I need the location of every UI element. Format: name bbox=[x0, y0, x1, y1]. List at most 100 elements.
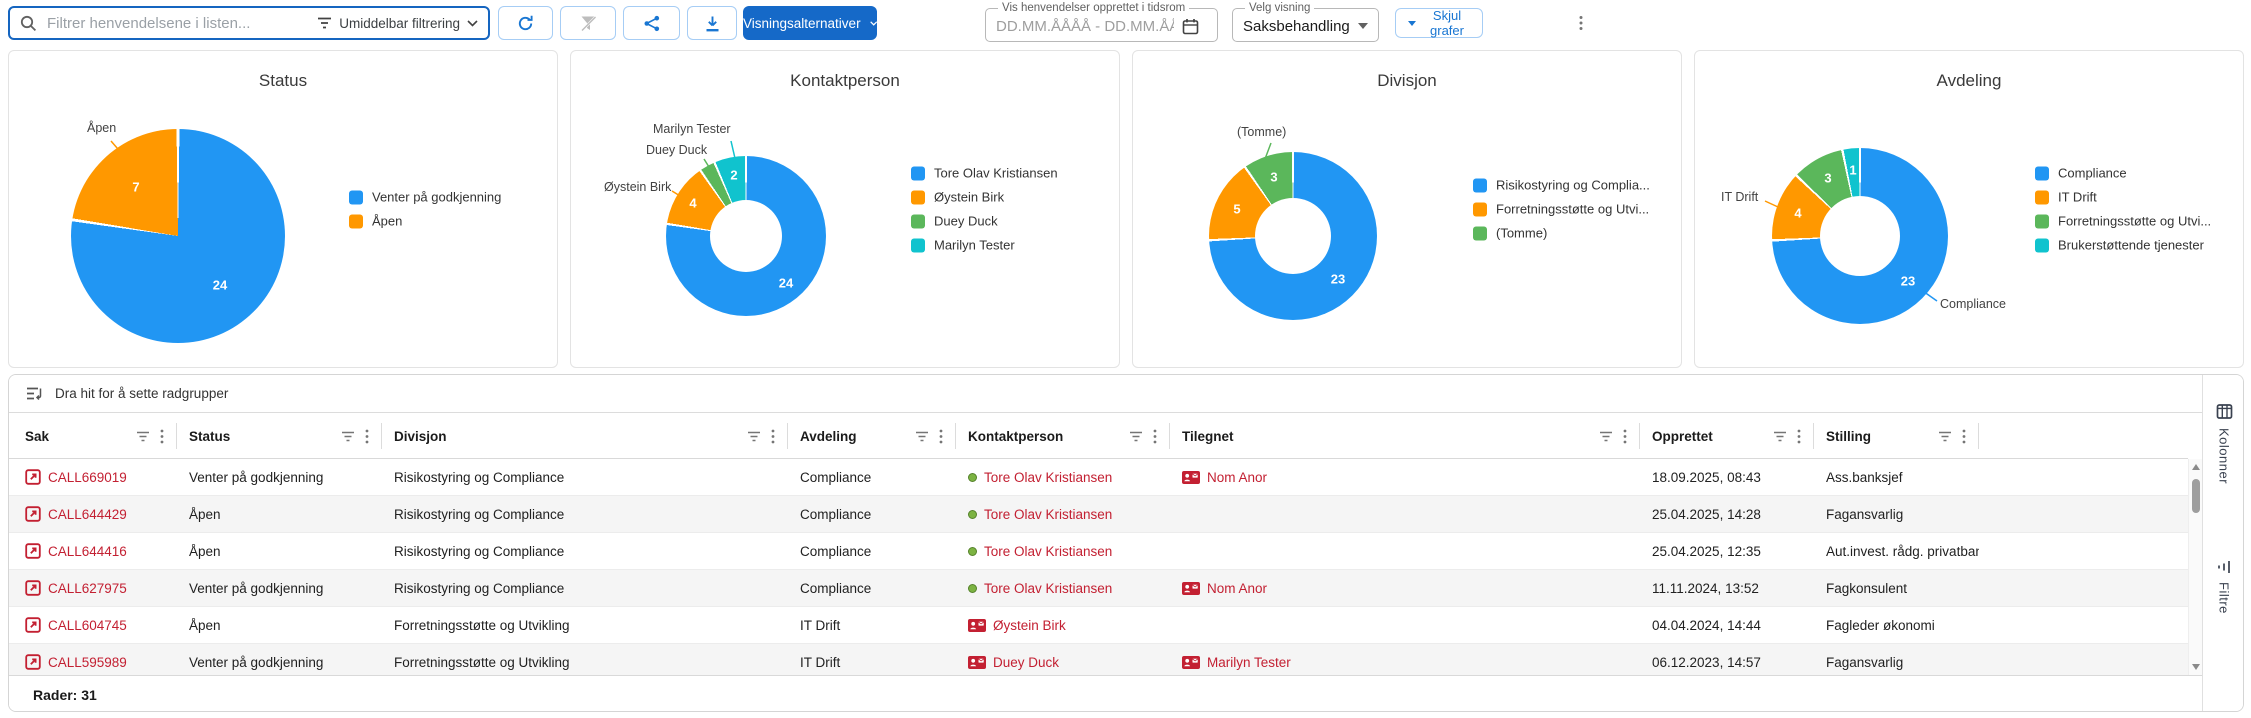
column-header-tilegnet[interactable]: Tilegnet bbox=[1170, 423, 1640, 449]
case-link[interactable]: CALL644416 bbox=[48, 544, 127, 559]
filter-mode-dropdown[interactable]: Umiddelbar filtrering bbox=[317, 16, 478, 31]
person-link[interactable]: Nom Anor bbox=[1207, 470, 1267, 485]
person-link[interactable]: Marilyn Tester bbox=[1207, 655, 1291, 670]
column-filter-icon[interactable] bbox=[1773, 431, 1787, 442]
column-label: Sak bbox=[25, 429, 136, 444]
table-row[interactable]: CALL595989Venter på godkjenningForretnin… bbox=[9, 644, 2188, 675]
open-case-icon[interactable] bbox=[25, 654, 41, 670]
case-link[interactable]: CALL604745 bbox=[48, 618, 127, 633]
column-label: Stilling bbox=[1826, 429, 1938, 444]
person-link[interactable]: Tore Olav Kristiansen bbox=[984, 544, 1112, 559]
person-link[interactable]: Duey Duck bbox=[993, 655, 1059, 670]
legend-item[interactable]: (Tomme) bbox=[1473, 226, 1650, 241]
column-menu-icon[interactable] bbox=[365, 429, 369, 444]
chart-title: Kontaktperson bbox=[571, 71, 1119, 91]
person-link[interactable]: Tore Olav Kristiansen bbox=[984, 507, 1112, 522]
legend-item[interactable]: Åpen bbox=[349, 214, 501, 229]
column-header-stilling[interactable]: Stilling bbox=[1814, 423, 1979, 449]
column-menu-icon[interactable] bbox=[1962, 429, 1966, 444]
legend-item[interactable]: Brukerstøttende tjenester bbox=[2035, 238, 2211, 253]
clear-filter-button[interactable] bbox=[560, 6, 616, 40]
open-case-icon[interactable] bbox=[25, 506, 41, 522]
column-menu-icon[interactable] bbox=[771, 429, 775, 444]
column-filter-icon[interactable] bbox=[747, 431, 761, 442]
table-row[interactable]: CALL644429ÅpenRisikostyring og Complianc… bbox=[9, 496, 2188, 533]
person-link[interactable]: Nom Anor bbox=[1207, 581, 1267, 596]
status-pie[interactable] bbox=[71, 129, 285, 343]
legend-item[interactable]: IT Drift bbox=[2035, 190, 2211, 205]
open-case-icon[interactable] bbox=[25, 543, 41, 559]
row-group-dropzone[interactable]: Dra hit for å sette radgrupper bbox=[9, 375, 2202, 413]
person-link[interactable]: Tore Olav Kristiansen bbox=[984, 581, 1112, 596]
column-menu-icon[interactable] bbox=[160, 429, 164, 444]
column-filter-icon[interactable] bbox=[341, 431, 355, 442]
hide-charts-button[interactable]: Skjul grafer bbox=[1395, 8, 1483, 38]
open-case-icon[interactable] bbox=[25, 617, 41, 633]
row-group-hint: Dra hit for å sette radgrupper bbox=[55, 386, 228, 401]
more-options-button[interactable] bbox=[1570, 8, 1592, 38]
download-button[interactable] bbox=[687, 6, 737, 40]
divisjon-text: Risikostyring og Compliance bbox=[394, 507, 564, 522]
scrollbar-thumb[interactable] bbox=[2192, 479, 2200, 513]
column-header-status[interactable]: Status bbox=[177, 423, 382, 449]
open-case-icon[interactable] bbox=[25, 580, 41, 596]
cell-avdeling: Compliance bbox=[788, 533, 956, 569]
cell-opprettet: 18.09.2025, 08:43 bbox=[1640, 459, 1814, 495]
legend-item[interactable]: Risikostyring og Complia... bbox=[1473, 178, 1650, 193]
legend-item[interactable]: Forretningsstøtte og Utvi... bbox=[2035, 214, 2211, 229]
person-link[interactable]: Øystein Birk bbox=[993, 618, 1066, 633]
column-filter-icon[interactable] bbox=[1599, 431, 1613, 442]
view-select[interactable]: Velg visning Saksbehandling bbox=[1232, 2, 1379, 42]
date-range-input[interactable] bbox=[996, 18, 1174, 35]
case-link[interactable]: CALL627975 bbox=[48, 581, 127, 596]
column-header-sak[interactable]: Sak bbox=[9, 423, 177, 449]
case-link[interactable]: CALL595989 bbox=[48, 655, 127, 670]
scroll-down-icon[interactable] bbox=[2192, 664, 2200, 670]
person-link[interactable]: Tore Olav Kristiansen bbox=[984, 470, 1112, 485]
column-header-divisjon[interactable]: Divisjon bbox=[382, 423, 788, 449]
view-options-button[interactable]: Visningsalternativer bbox=[743, 6, 877, 40]
tab-filtre[interactable]: Filtre bbox=[2203, 560, 2244, 614]
table-row[interactable]: CALL627975Venter på godkjenningRisikosty… bbox=[9, 570, 2188, 607]
column-filter-icon[interactable] bbox=[136, 431, 150, 442]
legend-swatch bbox=[349, 190, 363, 204]
refresh-button[interactable] bbox=[498, 6, 553, 40]
column-menu-icon[interactable] bbox=[1797, 429, 1801, 444]
open-case-icon[interactable] bbox=[25, 469, 41, 485]
legend-item[interactable]: Duey Duck bbox=[911, 214, 1058, 229]
scroll-up-icon[interactable] bbox=[2192, 464, 2200, 470]
column-menu-icon[interactable] bbox=[1623, 429, 1627, 444]
calendar-icon[interactable] bbox=[1182, 18, 1199, 35]
column-header-avdeling[interactable]: Avdeling bbox=[788, 423, 956, 449]
legend-swatch bbox=[349, 214, 363, 228]
column-menu-icon[interactable] bbox=[939, 429, 943, 444]
vertical-scrollbar[interactable] bbox=[2188, 459, 2202, 675]
column-filter-icon[interactable] bbox=[1129, 431, 1143, 442]
cell-kontaktperson: Tore Olav Kristiansen bbox=[956, 533, 1170, 569]
tab-kolonner[interactable]: Kolonner bbox=[2203, 403, 2244, 484]
search-filter-box[interactable]: Umiddelbar filtrering bbox=[8, 6, 490, 40]
table-row[interactable]: CALL604745ÅpenForretningsstøtte og Utvik… bbox=[9, 607, 2188, 644]
column-menu-icon[interactable] bbox=[1153, 429, 1157, 444]
case-link[interactable]: CALL669019 bbox=[48, 470, 127, 485]
legend-item[interactable]: Forretningsstøtte og Utvi... bbox=[1473, 202, 1650, 217]
table-row[interactable]: CALL644416ÅpenRisikostyring og Complianc… bbox=[9, 533, 2188, 570]
table-row[interactable]: CALL669019Venter på godkjenningRisikosty… bbox=[9, 459, 2188, 496]
date-range-field[interactable]: Vis henvendelser opprettet i tidsrom bbox=[985, 2, 1218, 42]
legend-item[interactable]: Øystein Birk bbox=[911, 190, 1058, 205]
column-filter-icon[interactable] bbox=[915, 431, 929, 442]
legend-item[interactable]: Marilyn Tester bbox=[911, 238, 1058, 253]
legend-item[interactable]: Venter på godkjenning bbox=[349, 190, 501, 205]
column-header-kontaktperson[interactable]: Kontaktperson bbox=[956, 423, 1170, 449]
legend-item[interactable]: Tore Olav Kristiansen bbox=[911, 166, 1058, 181]
case-link[interactable]: CALL644429 bbox=[48, 507, 127, 522]
legend-item[interactable]: Compliance bbox=[2035, 166, 2211, 181]
column-header-opprettet[interactable]: Opprettet bbox=[1640, 423, 1814, 449]
slice-value: 24 bbox=[779, 276, 793, 291]
column-filter-icon[interactable] bbox=[1938, 431, 1952, 442]
cell-divisjon: Risikostyring og Compliance bbox=[382, 496, 788, 532]
slice-value: 7 bbox=[132, 180, 139, 195]
search-input[interactable] bbox=[47, 15, 317, 32]
cell-sak: CALL604745 bbox=[9, 607, 177, 643]
share-button[interactable] bbox=[623, 6, 680, 40]
